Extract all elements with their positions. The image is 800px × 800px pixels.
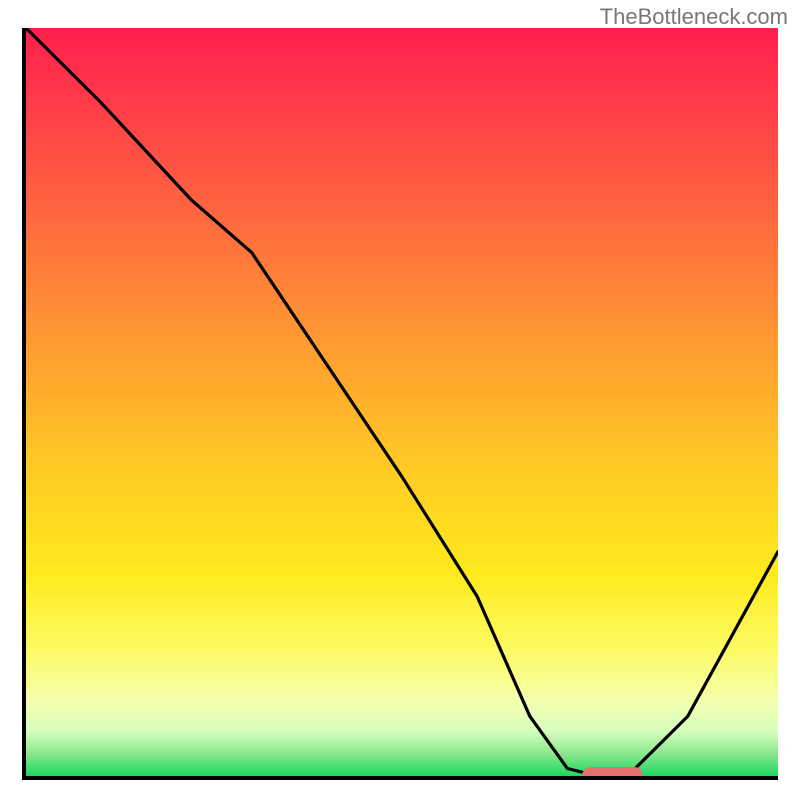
watermark-text: TheBottleneck.com: [600, 4, 788, 30]
optimal-range-marker: [582, 767, 642, 780]
bottleneck-curve: [26, 28, 778, 776]
plot-area: [22, 28, 778, 780]
chart-container: TheBottleneck.com: [0, 0, 800, 800]
